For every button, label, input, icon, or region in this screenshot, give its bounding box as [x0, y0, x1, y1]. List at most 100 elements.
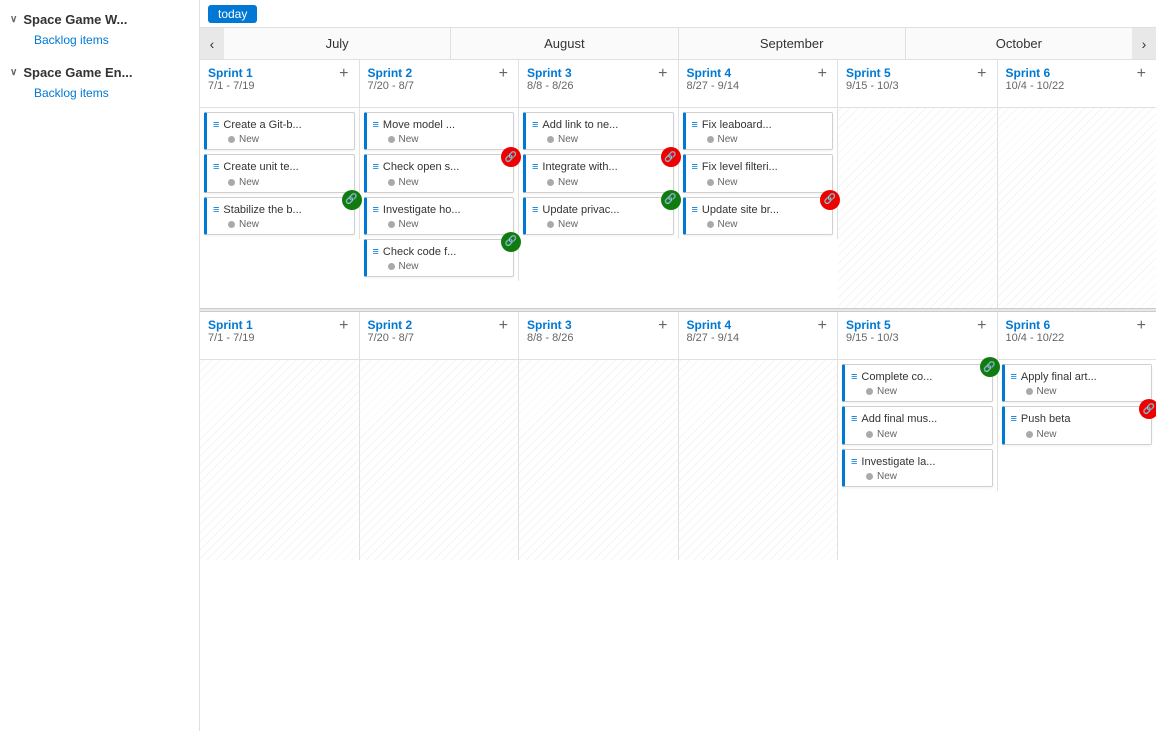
work-item-icon: ≡ — [532, 161, 538, 173]
card-title: Fix leaboard... — [702, 118, 826, 132]
month-august: August — [451, 28, 678, 60]
team-2-sprint-5-name[interactable]: Sprint 5 — [846, 318, 899, 332]
next-month-button[interactable]: › — [1132, 28, 1156, 59]
team-1-sprint-3-header-col: Sprint 3 8/8 - 8/26 + — [519, 60, 679, 107]
team-1-sprint-4-header: Sprint 4 8/27 - 9/14 + — [679, 60, 838, 108]
team-2-sprint-3-dates: 8/8 - 8/26 — [527, 332, 573, 344]
card-title: Complete co... — [861, 370, 985, 384]
work-item-icon: ≡ — [373, 204, 379, 216]
team-2-sprint-5-add[interactable]: + — [975, 318, 988, 334]
status-dot — [388, 136, 395, 143]
link-badge-red[interactable]: 🔗 — [501, 147, 521, 167]
status-dot — [1026, 431, 1033, 438]
card-title: Apply final art... — [1021, 370, 1145, 384]
team-2-sprint-4-dates: 8/27 - 9/14 — [687, 332, 740, 344]
card-t2-s5-2[interactable]: ≡ Add final mus... New — [842, 406, 993, 444]
team-1-sprint-2-header: Sprint 2 7/20 - 8/7 + — [360, 60, 519, 108]
team-1-sprint-6-add[interactable]: + — [1135, 66, 1148, 82]
card-t1-s3-2[interactable]: ≡ Integrate with... New 🔗 — [523, 154, 674, 192]
status-text: New — [718, 134, 738, 145]
work-item-icon: ≡ — [373, 161, 379, 173]
team-2-sprint-header-row: Sprint 1 7/1 - 7/19 + Sprint 2 7/20 - 8/… — [200, 312, 1156, 360]
link-badge-red[interactable]: 🔗 — [820, 190, 840, 210]
link-badge-red[interactable]: 🔗 — [1139, 399, 1156, 419]
card-t2-s5-3[interactable]: ≡ Investigate la... New — [842, 449, 993, 487]
team-2-sprint-3-add[interactable]: + — [656, 318, 669, 334]
team-1-sprint-4-name[interactable]: Sprint 4 — [687, 66, 740, 80]
status-dot — [1026, 388, 1033, 395]
team-2-sprint-1-name[interactable]: Sprint 1 — [208, 318, 254, 332]
team-1-sprint-4-add[interactable]: + — [816, 66, 829, 82]
team-2-sprint-5-header-col: Sprint 5 9/15 - 10/3 + — [838, 312, 998, 359]
card-t1-s1-1[interactable]: ≡ Create a Git-b... New — [204, 112, 355, 150]
work-item-icon: ≡ — [213, 161, 219, 173]
team-2-sprint-6-add[interactable]: + — [1135, 318, 1148, 334]
card-title: Push beta — [1021, 412, 1145, 426]
team-2-sprint-2-add[interactable]: + — [497, 318, 510, 334]
team-1-sprint-1-cards: ≡ Create a Git-b... New ≡ Create — [200, 108, 360, 239]
team-1-sprint-2-name[interactable]: Sprint 2 — [368, 66, 414, 80]
team-2-sprint-4-add[interactable]: + — [816, 318, 829, 334]
sidebar-team-1-backlog[interactable]: Backlog items — [10, 31, 189, 49]
status-text: New — [558, 219, 578, 230]
team-1-sprint-5-dates: 9/15 - 10/3 — [846, 80, 899, 92]
team-1-sprint-2-dates: 7/20 - 8/7 — [368, 80, 414, 92]
card-t1-s2-1[interactable]: ≡ Move model ... New — [364, 112, 515, 150]
status-dot — [228, 136, 235, 143]
team-2-sprint-1-add[interactable]: + — [337, 318, 350, 334]
team-1-sprint-3-name[interactable]: Sprint 3 — [527, 66, 573, 80]
work-item-icon: ≡ — [213, 119, 219, 131]
team-1-sprint-6-name[interactable]: Sprint 6 — [1006, 66, 1065, 80]
card-title: Update site br... — [702, 203, 826, 217]
link-badge-green[interactable]: 🔗 — [661, 190, 681, 210]
team-2-sprint-2-name[interactable]: Sprint 2 — [368, 318, 414, 332]
team-2-sprint-4-name[interactable]: Sprint 4 — [687, 318, 740, 332]
link-badge-red[interactable]: 🔗 — [661, 147, 681, 167]
team-1-sprint-1-name[interactable]: Sprint 1 — [208, 66, 254, 80]
team-1-sprint-2-add[interactable]: + — [497, 66, 510, 82]
prev-month-button[interactable]: ‹ — [200, 28, 224, 59]
card-t1-s2-4[interactable]: ≡ Check code f... New 🔗 — [364, 239, 515, 277]
team-1-sprint-2-cards: ≡ Move model ... New ≡ Check open — [360, 108, 520, 281]
team-2-sprint-4-cards — [679, 360, 839, 560]
card-title: Investigate la... — [861, 455, 985, 469]
card-t1-s2-3[interactable]: ≡ Investigate ho... New — [364, 197, 515, 235]
card-t2-s6-2[interactable]: ≡ Push beta New 🔗 — [1002, 406, 1153, 444]
team-1-sprint-5-name[interactable]: Sprint 5 — [846, 66, 899, 80]
card-title: Move model ... — [383, 118, 507, 132]
team-1-sprint-1-add[interactable]: + — [337, 66, 350, 82]
link-badge-green[interactable]: 🔗 — [980, 357, 1000, 377]
team-2-name: Space Game En... — [23, 65, 132, 80]
sidebar-team-1-header[interactable]: ∨ Space Game W... — [10, 8, 189, 31]
team-2-sprint-6-name[interactable]: Sprint 6 — [1006, 318, 1065, 332]
card-t2-s6-1[interactable]: ≡ Apply final art... New — [1002, 364, 1153, 402]
team-1-sprint-5-add[interactable]: + — [975, 66, 988, 82]
status-dot — [707, 221, 714, 228]
card-t1-s3-1[interactable]: ≡ Add link to ne... New — [523, 112, 674, 150]
work-item-icon: ≡ — [213, 204, 219, 216]
team-2-sprint-3-header: Sprint 3 8/8 - 8/26 + — [519, 312, 678, 360]
card-t1-s1-3[interactable]: ≡ Stabilize the b... New 🔗 — [204, 197, 355, 235]
card-t1-s4-2[interactable]: ≡ Fix level filteri... New — [683, 154, 834, 192]
today-button[interactable]: today — [208, 5, 257, 23]
status-text: New — [558, 134, 578, 145]
work-item-icon: ≡ — [692, 161, 698, 173]
sidebar-team-2-header[interactable]: ∨ Space Game En... — [10, 61, 189, 84]
card-t1-s1-2[interactable]: ≡ Create unit te... New — [204, 154, 355, 192]
link-badge-green[interactable]: 🔗 — [501, 232, 521, 252]
status-dot — [388, 263, 395, 270]
card-t1-s4-1[interactable]: ≡ Fix leaboard... New — [683, 112, 834, 150]
team-2-sprint-3-name[interactable]: Sprint 3 — [527, 318, 573, 332]
team-2-sprint-4-header-col: Sprint 4 8/27 - 9/14 + — [679, 312, 839, 359]
status-dot — [866, 388, 873, 395]
sidebar-team-1: ∨ Space Game W... Backlog items — [0, 0, 199, 53]
sidebar-team-2-backlog[interactable]: Backlog items — [10, 84, 189, 102]
card-t2-s5-1[interactable]: ≡ Complete co... New 🔗 — [842, 364, 993, 402]
team-1-sprint-3-add[interactable]: + — [656, 66, 669, 82]
card-t1-s4-3[interactable]: ≡ Update site br... New 🔗 — [683, 197, 834, 235]
status-text: New — [399, 219, 419, 230]
link-badge-green[interactable]: 🔗 — [342, 190, 362, 210]
card-t1-s3-3[interactable]: ≡ Update privac... New 🔗 — [523, 197, 674, 235]
card-t1-s2-2[interactable]: ≡ Check open s... New 🔗 — [364, 154, 515, 192]
status-text: New — [399, 134, 419, 145]
